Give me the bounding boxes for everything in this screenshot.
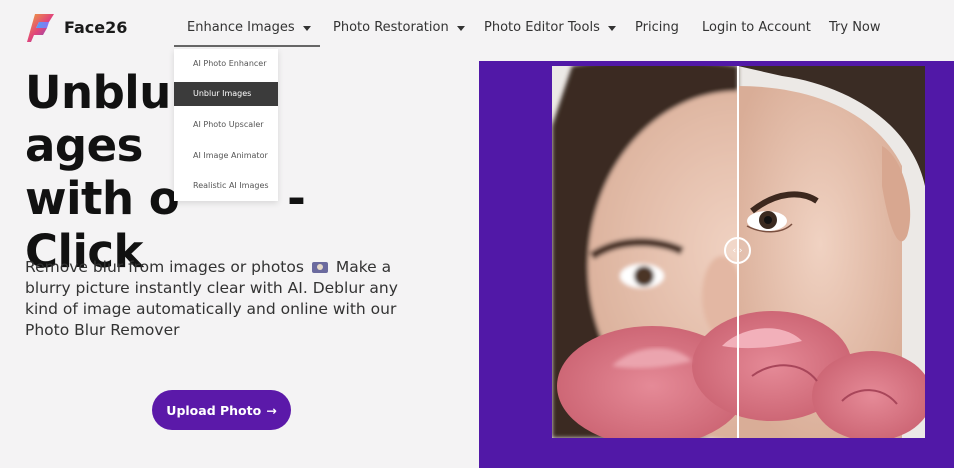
- face26-logo-icon: [27, 12, 57, 43]
- title-text: with o: [25, 172, 180, 225]
- nav-active-underline: [174, 45, 320, 47]
- nav-label: Photo Restoration: [333, 20, 449, 35]
- nav-enhance-images[interactable]: Enhance Images: [187, 20, 311, 35]
- chevron-left-right-icon: ‹ ›: [732, 245, 743, 256]
- title-text: Unblur: [25, 66, 193, 119]
- title-text: ages: [25, 119, 143, 172]
- brand-name: Face26: [64, 18, 128, 37]
- chevron-down-icon: [456, 25, 465, 31]
- enhance-images-dropdown: AI Photo Enhancer Unblur Images AI Photo…: [174, 49, 278, 201]
- nav-label: Try Now: [829, 20, 881, 35]
- nav-photo-editor-tools[interactable]: Photo Editor Tools: [484, 20, 616, 35]
- nav-login[interactable]: Login to Account: [702, 20, 811, 35]
- upload-photo-button[interactable]: Upload Photo →: [152, 390, 291, 430]
- nav-try-now[interactable]: Try Now: [829, 20, 881, 35]
- chevron-down-icon: [302, 25, 311, 31]
- camera-emoji-icon: [311, 262, 328, 273]
- nav-label: Enhance Images: [187, 20, 295, 35]
- desc-text: Remove blur from images or photos: [25, 258, 304, 276]
- title-text: -: [287, 172, 306, 225]
- dropdown-item-realistic-ai-images[interactable]: Realistic AI Images: [174, 174, 278, 198]
- compare-slider-handle[interactable]: ‹ ›: [724, 237, 751, 264]
- nav-label: Login to Account: [702, 20, 811, 35]
- dropdown-item-ai-image-animator[interactable]: AI Image Animator: [174, 144, 278, 168]
- dropdown-item-unblur-images[interactable]: Unblur Images: [174, 82, 278, 106]
- nav-pricing[interactable]: Pricing: [635, 20, 679, 35]
- arrow-right-icon: →: [266, 402, 277, 418]
- nav-label: Photo Editor Tools: [484, 20, 600, 35]
- hero-description: Remove blur from images or photos Make a…: [25, 257, 420, 341]
- dropdown-item-ai-photo-enhancer[interactable]: AI Photo Enhancer: [174, 52, 278, 76]
- brand-logo[interactable]: Face26: [27, 12, 127, 43]
- nav-photo-restoration[interactable]: Photo Restoration: [333, 20, 465, 35]
- upload-label: Upload Photo: [166, 402, 262, 418]
- dropdown-item-ai-photo-upscaler[interactable]: AI Photo Upscaler: [174, 113, 278, 137]
- nav-label: Pricing: [635, 20, 679, 35]
- chevron-down-icon: [607, 25, 616, 31]
